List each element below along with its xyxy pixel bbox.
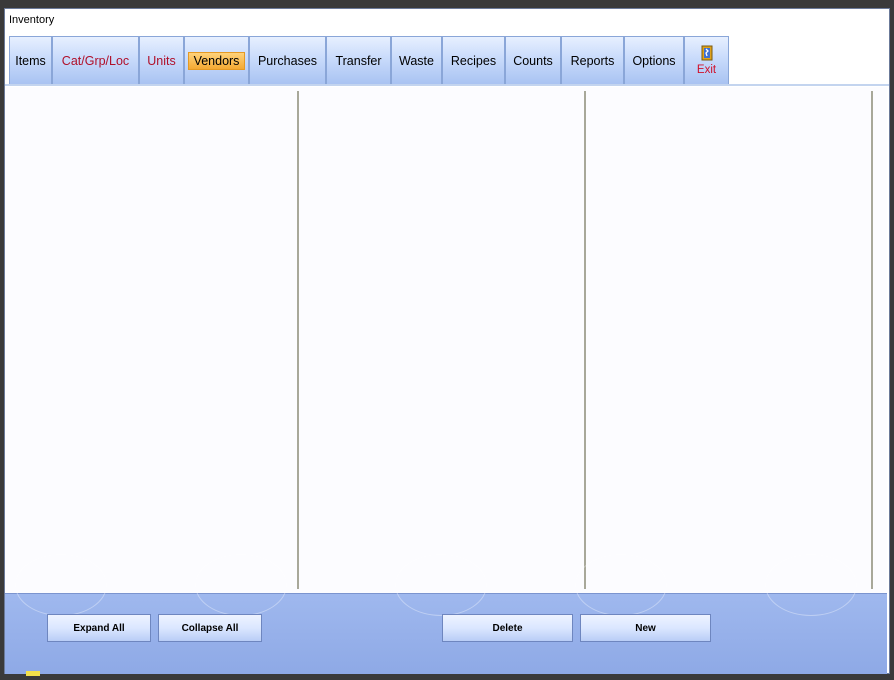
tab-label: Options: [632, 53, 676, 68]
pane-splitter-1[interactable]: [297, 91, 299, 589]
delete-button[interactable]: Delete: [442, 614, 573, 642]
tab-reports[interactable]: Reports: [561, 36, 624, 84]
tab-label: Waste: [399, 53, 434, 68]
tab-recipes[interactable]: Recipes: [442, 36, 505, 84]
decor-arc: [195, 554, 287, 616]
decor-arc: [575, 554, 667, 616]
tab-cat-grp-loc[interactable]: Cat/Grp/Loc: [52, 36, 139, 84]
vendor-detail-pane[interactable]: [588, 87, 870, 593]
inventory-window: Inventory Items Cat/Grp/Loc Units Vendor…: [4, 8, 890, 674]
tab-label: Exit: [696, 64, 717, 76]
decor-arc: [15, 554, 107, 616]
tab-label: Recipes: [450, 53, 497, 68]
window-title: Inventory: [9, 14, 55, 26]
tab-label: Items: [15, 53, 46, 68]
decor-arc: [395, 554, 487, 616]
vendor-list-pane[interactable]: [301, 87, 584, 593]
tab-label: Transfer: [335, 53, 382, 68]
tab-waste[interactable]: Waste: [391, 36, 442, 84]
tab-label: Counts: [513, 53, 553, 68]
expand-all-button[interactable]: Expand All: [47, 614, 151, 642]
tab-bar: Items Cat/Grp/Loc Units Vendors Purchase…: [9, 36, 729, 86]
tab-label: Purchases: [257, 53, 318, 68]
content-area: [5, 87, 887, 593]
pane-edge-right: [871, 91, 873, 589]
tab-vendors[interactable]: Vendors: [184, 36, 249, 84]
tab-exit[interactable]: Exit: [684, 36, 729, 84]
tab-items[interactable]: Items: [9, 36, 52, 84]
tab-units[interactable]: Units: [139, 36, 184, 84]
tab-purchases[interactable]: Purchases: [249, 36, 326, 84]
tab-options[interactable]: Options: [624, 36, 684, 84]
tab-label: Reports: [570, 53, 615, 68]
taskbar-indicator: [26, 671, 40, 676]
tab-label: Units: [147, 53, 176, 68]
tab-transfer[interactable]: Transfer: [326, 36, 391, 84]
decor-arc: [765, 554, 857, 616]
tab-label: Cat/Grp/Loc: [61, 53, 130, 68]
footer-bar: Expand All Collapse All Delete New: [5, 554, 887, 674]
tab-counts[interactable]: Counts: [505, 36, 561, 84]
tab-label: Vendors: [187, 51, 246, 70]
pane-splitter-2[interactable]: [584, 91, 586, 589]
vendor-tree-pane[interactable]: [5, 87, 297, 593]
new-button[interactable]: New: [580, 614, 711, 642]
collapse-all-button[interactable]: Collapse All: [158, 614, 262, 642]
tab-underline: [5, 84, 889, 86]
exit-door-icon: [701, 45, 712, 61]
